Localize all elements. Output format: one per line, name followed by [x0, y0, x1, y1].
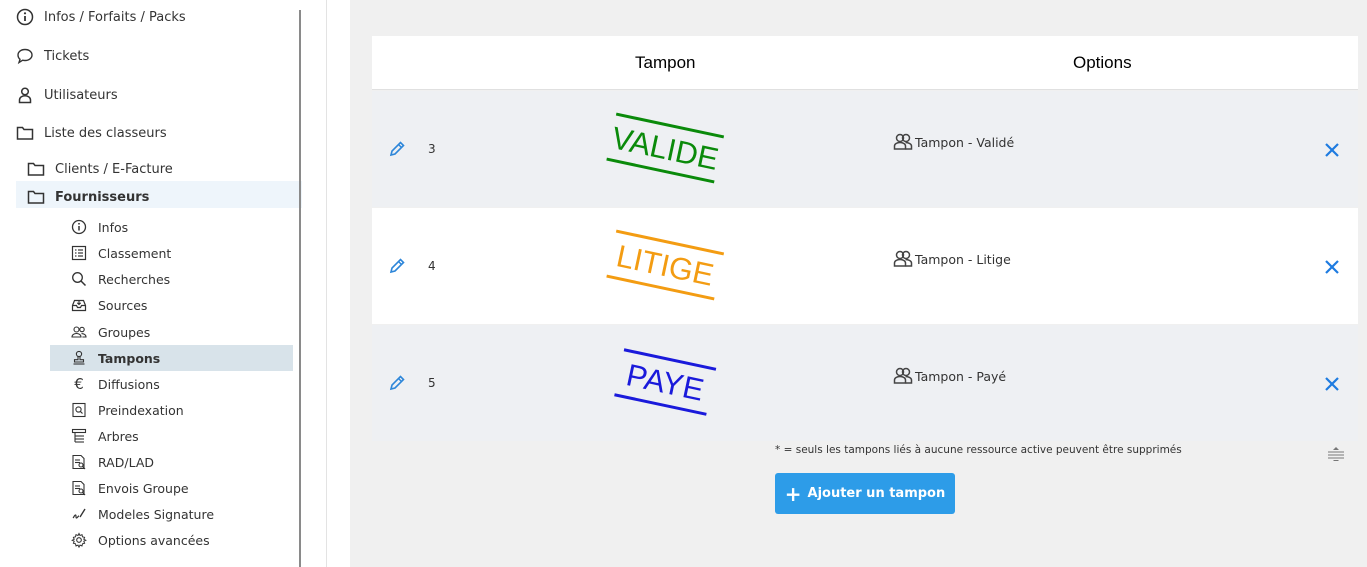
option-text: Tampon - Payé: [915, 368, 1007, 384]
stamp-text: LITIGE: [613, 238, 716, 293]
sub-item-label: Tampons: [98, 350, 161, 366]
list-icon: [70, 245, 88, 261]
sub-item-label: RAD/LAD: [98, 454, 154, 470]
option-text: Tampon - Validé: [915, 134, 1015, 150]
signature-icon: [70, 506, 88, 522]
sub-item-label: Classement: [98, 245, 172, 261]
sub-item-options-avancees[interactable]: Options avancées: [70, 531, 210, 549]
sub-item-label: Infos: [98, 219, 129, 235]
stamp-icon: [70, 350, 88, 366]
delete-x-icon[interactable]: [1322, 374, 1342, 394]
folder-clients-efacture[interactable]: Clients / E-Facture: [27, 160, 173, 178]
sub-item-label: Sources: [98, 297, 148, 313]
sub-item-rad-lad[interactable]: RAD/LAD: [70, 453, 154, 471]
search-icon: [70, 271, 88, 287]
folder-icon: [27, 160, 45, 178]
column-header-tampon: Tampon: [635, 53, 696, 72]
document-scan-icon: [70, 454, 88, 470]
sub-item-preindexation[interactable]: Preindexation: [70, 401, 184, 419]
sub-item-groupes[interactable]: Groupes: [70, 323, 150, 341]
inbox-icon: [70, 297, 88, 313]
stamp-text: VALIDE: [609, 120, 722, 177]
gear-icon: [70, 532, 88, 548]
folder-fournisseurs[interactable]: Fournisseurs: [27, 188, 149, 206]
sub-item-arbres[interactable]: Arbres: [70, 427, 139, 445]
info-circle-icon: [70, 219, 88, 235]
sub-item-recherches[interactable]: Recherches: [70, 270, 170, 288]
tree-icon: [70, 428, 88, 444]
nav-item-infos-forfaits-packs[interactable]: Infos / Forfaits / Packs: [16, 8, 186, 26]
stamp-image: VALIDE: [606, 112, 725, 184]
table-row: 3 VALIDE Tampon - Validé: [372, 91, 1358, 207]
nav-item-tickets[interactable]: Tickets: [16, 47, 89, 65]
user-icon: [16, 86, 34, 104]
nav-label: Tickets: [44, 48, 90, 64]
users-icon: [70, 324, 88, 340]
option-label: Tampon - Payé: [893, 367, 1006, 385]
stamp-image: LITIGE: [606, 229, 725, 301]
resize-handle-icon[interactable]: [1326, 446, 1346, 463]
nav-label: Infos / Forfaits / Packs: [44, 9, 186, 25]
sub-item-classement[interactable]: Classement: [70, 244, 171, 262]
plus-icon: +: [784, 481, 802, 506]
sub-item-envois-groupe[interactable]: Envois Groupe: [70, 479, 189, 497]
sub-item-label: Diffusions: [98, 376, 160, 392]
sub-item-label: Recherches: [98, 271, 171, 287]
group-icon: [893, 133, 913, 150]
table-row: 4 LITIGE Tampon - Litige: [372, 208, 1358, 324]
panel-divider: [326, 0, 327, 567]
sub-item-label: Envois Groupe: [98, 480, 189, 496]
edit-pencil-icon[interactable]: [387, 256, 407, 276]
stamp-image: PAYE: [614, 348, 717, 416]
add-stamp-label: Ajouter un tampon: [807, 486, 946, 501]
delete-x-icon[interactable]: [1322, 257, 1342, 277]
stamp-id: 5: [428, 376, 436, 390]
document-send-icon: [70, 480, 88, 496]
group-icon: [893, 367, 913, 384]
folder-label: Clients / E-Facture: [55, 161, 173, 177]
sub-item-label: Options avancées: [98, 532, 210, 548]
stamp-id: 4: [428, 259, 436, 273]
sub-item-sources[interactable]: Sources: [70, 296, 147, 314]
add-stamp-button[interactable]: + Ajouter un tampon: [775, 473, 955, 514]
edit-pencil-icon[interactable]: [387, 139, 407, 159]
nav-label: Liste des classeurs: [44, 125, 167, 141]
folder-label: Fournisseurs: [55, 189, 150, 205]
sub-item-label: Groupes: [98, 324, 151, 340]
footnote: * = seuls les tampons liés à aucune ress…: [775, 444, 1182, 456]
euro-icon: €: [74, 375, 84, 393]
group-icon: [893, 250, 913, 267]
sidebar-divider: [299, 10, 301, 567]
sub-item-diffusions[interactable]: € Diffusions: [70, 375, 160, 393]
sub-item-label: Preindexation: [98, 402, 184, 418]
nav-item-liste-des-classeurs[interactable]: Liste des classeurs: [16, 124, 167, 142]
sub-item-label: Arbres: [98, 428, 139, 444]
option-label: Tampon - Litige: [893, 250, 1011, 268]
option-text: Tampon - Litige: [915, 251, 1011, 267]
column-header-options: Options: [1073, 53, 1132, 72]
info-circle-icon: [16, 8, 34, 26]
sub-item-infos[interactable]: Infos: [70, 218, 128, 236]
stamp-id: 3: [428, 142, 436, 156]
sub-item-modeles-signature[interactable]: Modeles Signature: [70, 505, 214, 523]
option-label: Tampon - Validé: [893, 133, 1014, 151]
nav-label: Utilisateurs: [44, 87, 118, 103]
sidebar: Infos / Forfaits / Packs Tickets Utilisa…: [0, 0, 302, 567]
folder-icon: [16, 124, 34, 142]
delete-x-icon[interactable]: [1322, 140, 1342, 160]
sub-item-label: Modeles Signature: [98, 506, 215, 522]
folder-icon: [27, 188, 45, 206]
edit-pencil-icon[interactable]: [387, 373, 407, 393]
speech-bubble-icon: [16, 47, 34, 65]
table-header: Tampon Options: [372, 36, 1358, 90]
sub-item-tampons[interactable]: Tampons: [70, 349, 160, 367]
table-row: 5 PAYE Tampon - Payé: [372, 325, 1358, 441]
nav-item-utilisateurs[interactable]: Utilisateurs: [16, 86, 118, 104]
document-search-icon: [70, 402, 88, 418]
